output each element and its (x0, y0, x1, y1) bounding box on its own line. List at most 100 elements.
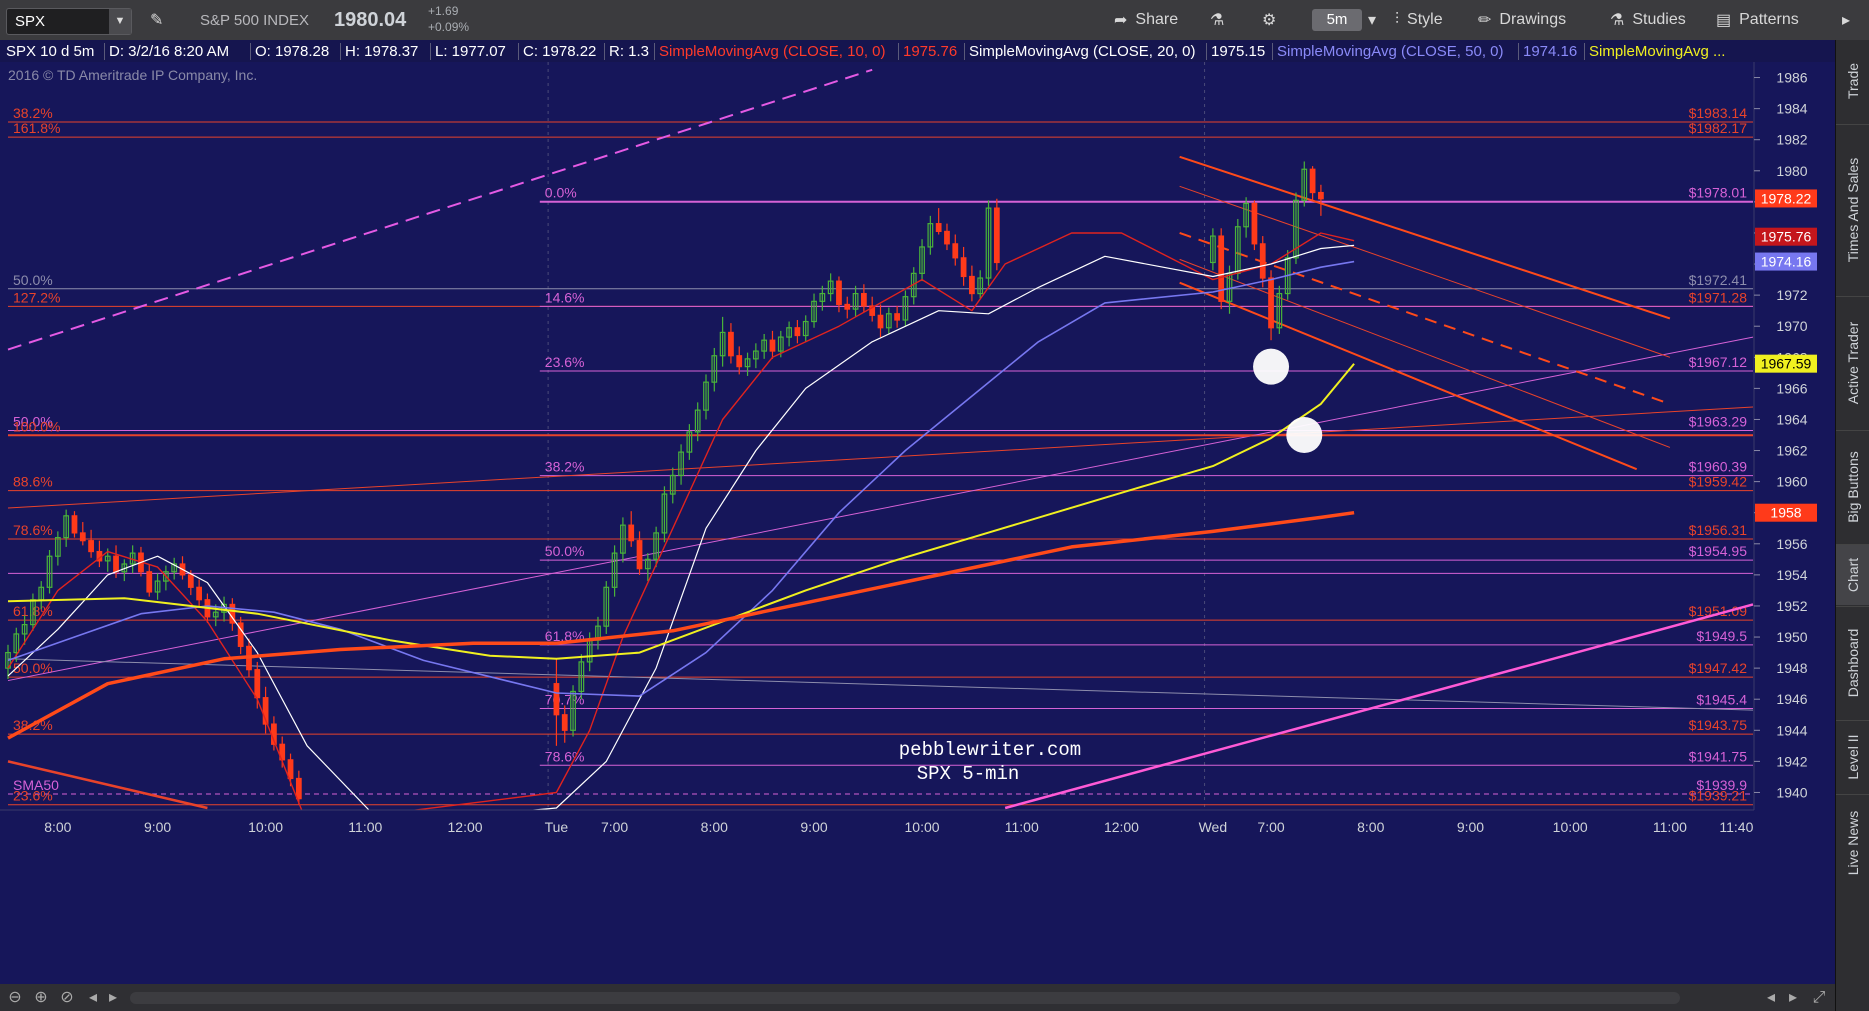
candle-body (254, 669, 261, 699)
fib-price-label: $1959.42 (1689, 474, 1748, 490)
fib-price-label: $1956.31 (1689, 522, 1748, 538)
studies-button[interactable]: ⚗ Studies (1610, 0, 1686, 40)
fib-level-label: 0.0% (545, 185, 577, 201)
copyright-text: 2016 © TD Ameritrade IP Company, Inc. (8, 67, 258, 83)
flask-icon[interactable]: ⚗ (1210, 0, 1224, 40)
x-tick-label: 11:00 (1005, 819, 1039, 835)
candle-body (960, 257, 967, 278)
sidebar-item-chart[interactable]: Chart (1836, 544, 1869, 605)
fib-level-label: 23.6% (13, 788, 53, 804)
y-tick-label: 1950 (1776, 629, 1807, 645)
symbol-text: SPX (15, 13, 46, 30)
scroll-right-icon[interactable]: ▸ (1782, 987, 1804, 1009)
candle-body (844, 303, 851, 310)
candle-body (944, 230, 950, 245)
style-button[interactable]: ⫶ Style (1395, 0, 1443, 40)
link-icon[interactable]: ✎ (150, 0, 163, 40)
bar-low: L: 1977.07 (430, 43, 506, 60)
sma50-value: 1974.16 (1518, 43, 1577, 60)
sidebar-item-dashboard[interactable]: Dashboard (1836, 606, 1869, 719)
candle-body (728, 331, 734, 357)
x-tick-label: 8:00 (1357, 819, 1384, 835)
y-tick-label: 1982 (1776, 132, 1807, 148)
y-tick-label: 1972 (1776, 287, 1807, 303)
fib-level-label: 50.0% (545, 543, 585, 559)
scrollbar-track[interactable] (130, 992, 1680, 1004)
zoom-reset-icon[interactable]: ⊘ (56, 987, 78, 1009)
fib-price-label: $1983.14 (1689, 105, 1748, 121)
candle-body (196, 586, 203, 601)
sma10-label: SimpleMovingAvg (CLOSE, 10, 0) (654, 43, 886, 60)
candle-body (295, 777, 302, 800)
more-icon[interactable]: ▸ (1842, 0, 1850, 40)
candle-body (88, 540, 94, 553)
x-tick-label: 9:00 (1457, 819, 1484, 835)
style-label: Style (1407, 11, 1443, 28)
candle-body (1268, 277, 1274, 329)
symbol-input[interactable]: SPX ▼ (6, 8, 132, 35)
fib-price-label: $1945.4 (1696, 692, 1747, 708)
x-tick-label: Wed (1199, 819, 1228, 835)
price-change-pct: +0.09% (428, 20, 470, 34)
x-tick-label: 8:00 (44, 819, 71, 835)
y-tick-label: 1954 (1776, 567, 1807, 583)
sidebar-item-big-buttons[interactable]: Big Buttons (1836, 430, 1869, 543)
fib-price-label: $1943.75 (1689, 717, 1748, 733)
fib-price-label: $1941.75 (1689, 748, 1748, 764)
studies-label: Studies (1632, 11, 1686, 28)
sidebar-item-live-news[interactable]: Live News (1836, 794, 1869, 891)
x-tick-label: 9:00 (800, 819, 827, 835)
fib-level-label: 38.2% (545, 459, 585, 475)
price-tag-label: 1974.16 (1761, 254, 1812, 270)
interval-button[interactable]: 5m (1312, 9, 1362, 31)
drawings-button[interactable]: ✏ Drawings (1478, 0, 1566, 40)
fib-price-label: $1971.28 (1689, 289, 1748, 305)
fib-price-label: $1947.42 (1689, 660, 1748, 676)
y-tick-label: 1944 (1776, 722, 1807, 738)
top-toolbar: SPX ▼ ✎ S&P 500 INDEX 1980.04 +1.69 +0.0… (0, 0, 1869, 41)
pan-right-icon[interactable]: ▸ (102, 987, 124, 1009)
share-button[interactable]: ➦ Share (1114, 0, 1178, 40)
x-tick-label: 11:40 (1719, 819, 1753, 835)
sidebar-item-times-and-sales[interactable]: Times And Sales (1836, 124, 1869, 295)
candle-body (894, 313, 901, 321)
gear-icon[interactable]: ⚙ (1262, 0, 1276, 40)
chevron-down-icon[interactable]: ▼ (109, 9, 131, 34)
bar-range: R: 1.3 (604, 43, 649, 60)
candle-body (287, 759, 294, 780)
scroll-left-icon[interactable]: ◂ (1760, 987, 1782, 1009)
fib-level-label: 38.2% (13, 105, 53, 121)
chart-desc: SPX 10 d 5m (6, 43, 95, 60)
sma200-label: SimpleMovingAvg ... (1584, 43, 1725, 60)
expand-icon[interactable]: ⤢ (1808, 987, 1830, 1009)
sidebar-item-active-trader[interactable]: Active Trader (1836, 296, 1869, 429)
study-info-bar: SPX 10 d 5m D: 3/2/16 8:20 AM O: 1978.28… (0, 40, 1835, 62)
price-chart[interactable]: 38.2% $1983.14 161.8% $1982.17 0.0% $1978.01 5… (0, 62, 1835, 984)
patterns-button[interactable]: ▤ Patterns (1716, 0, 1799, 40)
candle-body (553, 683, 560, 716)
price-tag-label: 1967.59 (1761, 356, 1812, 372)
instrument-name: S&P 500 INDEX (200, 11, 309, 29)
y-tick-label: 1946 (1776, 691, 1807, 707)
y-tick-label: 1940 (1776, 784, 1807, 800)
sidebar-item-trade[interactable]: Trade (1836, 40, 1869, 122)
candle-body (1259, 243, 1266, 279)
fib-level-label: 78.6% (13, 522, 53, 538)
y-tick-label: 1960 (1776, 474, 1807, 490)
candle-body (935, 223, 942, 233)
candle-body (561, 714, 568, 731)
y-tick-label: 1948 (1776, 660, 1807, 676)
candle-body (1309, 168, 1316, 194)
chevron-down-icon[interactable]: ▾ (1368, 0, 1376, 40)
pan-left-icon[interactable]: ◂ (82, 987, 104, 1009)
sidebar-item-level-ii[interactable]: Level II (1836, 720, 1869, 793)
y-tick-label: 1964 (1776, 411, 1807, 427)
candle-body (877, 314, 884, 329)
candle-body (836, 280, 842, 306)
candle-body (187, 574, 194, 588)
zoom-in-icon[interactable]: ⊕ (30, 987, 52, 1009)
zoom-out-icon[interactable]: ⊖ (4, 987, 26, 1009)
fib-price-label: $1949.5 (1696, 628, 1747, 644)
y-tick-label: 1986 (1776, 70, 1807, 86)
y-tick-label: 1980 (1776, 163, 1807, 179)
